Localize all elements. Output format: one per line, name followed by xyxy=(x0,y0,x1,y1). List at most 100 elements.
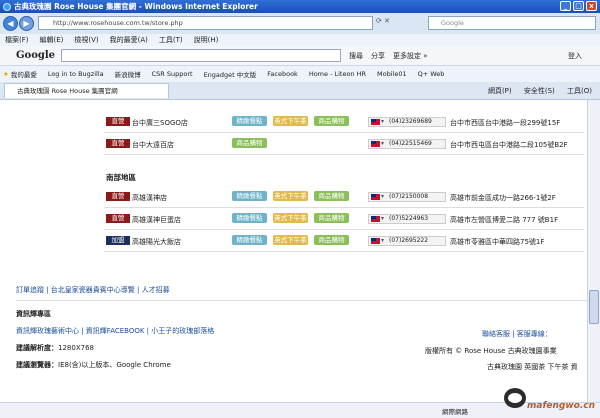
search-input[interactable]: Google xyxy=(428,16,596,30)
store-phone: ▾ (04)23269689 xyxy=(368,117,446,127)
tools-menu[interactable]: 工具(O) xyxy=(567,87,592,95)
store-name[interactable]: 台中廣三SOGO店 xyxy=(132,118,188,128)
store-phone: ▾ (07)5224963 xyxy=(368,214,446,224)
flag-icon xyxy=(371,141,380,147)
maximize-button[interactable]: □ xyxy=(573,1,584,11)
flag-icon xyxy=(371,119,380,125)
store-type-badge: 直營 xyxy=(106,139,130,148)
star-icon: ★ xyxy=(3,70,9,78)
more-settings-button[interactable]: 更多設定 » xyxy=(393,51,428,61)
chevron-down-icon: ▾ xyxy=(381,215,385,222)
fav-weibo[interactable]: 新浪微博 xyxy=(115,69,141,79)
tag-dining: 精緻餐點 xyxy=(232,235,267,245)
flag-icon xyxy=(371,216,380,222)
store-address: 高雄市前金區成功一路266-1號2F xyxy=(450,194,556,202)
store-phone: ▾ (07)2695222 xyxy=(368,236,446,246)
store-name[interactable]: 台中大遠百店 xyxy=(132,140,174,150)
tag-afternoon-tea: 英式下午茶 xyxy=(273,191,308,201)
tag-shopping: 商品購物 xyxy=(314,191,349,201)
fav-qweb[interactable]: Q+ Web xyxy=(418,70,445,78)
chevron-down-icon: ▾ xyxy=(381,237,385,244)
footer-title: 資訊輝專區 xyxy=(16,310,51,318)
google-search-input[interactable] xyxy=(61,49,342,62)
store-row: 直營 高雄漢神巨蛋店 精緻餐點 英式下午茶 商品購物 ▾ (07)5224963 … xyxy=(104,208,584,230)
store-name[interactable]: 高雄陽光大飯店 xyxy=(132,237,181,247)
flag-icon xyxy=(371,238,380,244)
region-heading: 南部地區 xyxy=(106,173,136,182)
store-address: 台中市西區台中港路一段299號15F xyxy=(450,119,561,127)
store-row: 加盟 高雄陽光大飯店 精緻餐點 英式下午茶 商品購物 ▾ (07)2695222 … xyxy=(104,230,584,252)
page-menu[interactable]: 網頁(P) xyxy=(488,87,512,95)
forward-button[interactable]: ▶ xyxy=(19,16,34,31)
tag-dining: 精緻餐點 xyxy=(232,116,267,126)
store-address: 台中市西屯區台中港路二段105號B2F xyxy=(450,141,568,149)
footer-links-secondary[interactable]: 資訊輝玫瑰藝術中心 | 資訊輝FACEBOOK | 小王子的玫瑰部落格 xyxy=(16,326,214,336)
fav-facebook[interactable]: Facebook xyxy=(267,70,298,78)
google-toolbar: Google 搜尋 分享 更多設定 » 登入 xyxy=(0,46,600,66)
panda-mascot-icon xyxy=(504,388,526,408)
scroll-thumb[interactable] xyxy=(589,290,599,324)
refresh-stop-icons[interactable]: ⟳ ✕ xyxy=(376,17,390,25)
minimize-button[interactable]: _ xyxy=(560,1,571,11)
favorites-bar: ★ 我的最愛 Log in to Bugzilla 新浪微博 CSR Suppo… xyxy=(0,66,600,82)
store-phone: ▾ (04)22515469 xyxy=(368,139,446,149)
tag-dining: 精緻餐點 xyxy=(232,213,267,223)
window-titlebar: 古典玫瑰園 Rose House 集團官網 - Windows Internet… xyxy=(0,0,600,13)
back-button[interactable]: ◀ xyxy=(3,16,18,31)
fav-engadget[interactable]: Engadget 中文版 xyxy=(204,69,257,79)
menu-edit[interactable]: 編輯(E) xyxy=(40,35,64,45)
close-button[interactable]: x xyxy=(586,1,597,11)
store-name[interactable]: 高雄漢神巨蛋店 xyxy=(132,215,181,225)
tag-shopping: 商品購物 xyxy=(314,116,349,126)
chevron-down-icon: ▾ xyxy=(381,193,385,200)
store-name[interactable]: 高雄漢神店 xyxy=(132,193,167,203)
footer-links[interactable]: 訂單追蹤 | 台北皇家瓷器貴賓中心導覽 | 人才招募 xyxy=(16,285,170,295)
share-button[interactable]: 分享 xyxy=(371,51,385,61)
fav-csr-support[interactable]: CSR Support xyxy=(152,70,193,78)
menu-favorites[interactable]: 我的最愛(A) xyxy=(110,35,148,45)
menu-file[interactable]: 檔案(F) xyxy=(5,35,29,45)
tab-active[interactable]: 古典玫瑰園 Rose House 集團官網 xyxy=(4,83,169,98)
favorites-button[interactable]: 我的最愛 xyxy=(11,69,37,79)
menu-tools[interactable]: 工具(T) xyxy=(159,35,183,45)
footer-divider xyxy=(16,300,587,301)
resolution-info: 建議解析度：1280X768 xyxy=(16,344,94,352)
menu-help[interactable]: 說明(H) xyxy=(194,35,219,45)
contact-service[interactable]: 聯絡客服 | 客服專線： xyxy=(482,329,552,339)
vertical-scrollbar[interactable] xyxy=(587,100,600,402)
fav-bugzilla[interactable]: Log in to Bugzilla xyxy=(48,70,104,78)
tag-shopping: 商品購物 xyxy=(232,138,267,148)
store-type-badge: 直營 xyxy=(106,192,130,201)
store-row: 直營 台中廣三SOGO店 精緻餐點 英式下午茶 商品購物 ▾ (04)232696… xyxy=(104,111,584,133)
store-address: 高雄市苓雅區中華四路75號1F xyxy=(450,238,545,246)
store-type-badge: 直營 xyxy=(106,214,130,223)
flag-icon xyxy=(371,194,380,200)
tag-shopping: 商品購物 xyxy=(314,213,349,223)
menu-view[interactable]: 檢視(V) xyxy=(74,35,98,45)
chevron-down-icon: ▾ xyxy=(381,118,385,125)
store-type-badge: 直營 xyxy=(106,117,130,126)
window-title: 古典玫瑰園 Rose House 集團官網 - Windows Internet… xyxy=(14,2,258,11)
tag-afternoon-tea: 英式下午茶 xyxy=(273,213,308,223)
url-input[interactable]: http://www.rosehouse.com.tw/store.php xyxy=(38,16,373,30)
store-row: 直營 高雄漢神店 精緻餐點 英式下午茶 商品購物 ▾ (07)2150008 高雄… xyxy=(104,186,584,208)
google-logo: Google xyxy=(16,50,56,61)
fav-mobile01[interactable]: Mobile01 xyxy=(377,70,407,78)
ie-logo-icon xyxy=(3,2,11,11)
address-bar: ◀ ▶ http://www.rosehouse.com.tw/store.ph… xyxy=(0,13,600,34)
tag-afternoon-tea: 英式下午茶 xyxy=(273,116,308,126)
tab-bar: 古典玫瑰園 Rose House 集團官網 網頁(P) 安全性(S) 工具(O) xyxy=(0,82,600,100)
google-search-button[interactable]: 搜尋 xyxy=(349,51,363,61)
login-button[interactable]: 登入 xyxy=(568,51,582,61)
menu-bar: 檔案(F) 編輯(E) 檢視(V) 我的最愛(A) 工具(T) 說明(H) xyxy=(0,34,600,46)
security-zone: 網際網路 xyxy=(442,408,468,416)
page-content: 直營 台中廣三SOGO店 精緻餐點 英式下午茶 商品購物 ▾ (04)232696… xyxy=(0,100,587,402)
safety-menu[interactable]: 安全性(S) xyxy=(524,87,555,95)
tag-dining: 精緻餐點 xyxy=(232,191,267,201)
tag-afternoon-tea: 英式下午茶 xyxy=(273,235,308,245)
copyright: 版權所有 © Rose House 古典玫瑰園事業 xyxy=(425,347,557,355)
command-bar: 網頁(P) 安全性(S) 工具(O) xyxy=(478,86,592,96)
fav-liteon-hr[interactable]: Home - Liteon HR xyxy=(309,70,366,78)
store-phone: ▾ (07)2150008 xyxy=(368,192,446,202)
watermark: mafengwo.cn xyxy=(527,401,595,411)
